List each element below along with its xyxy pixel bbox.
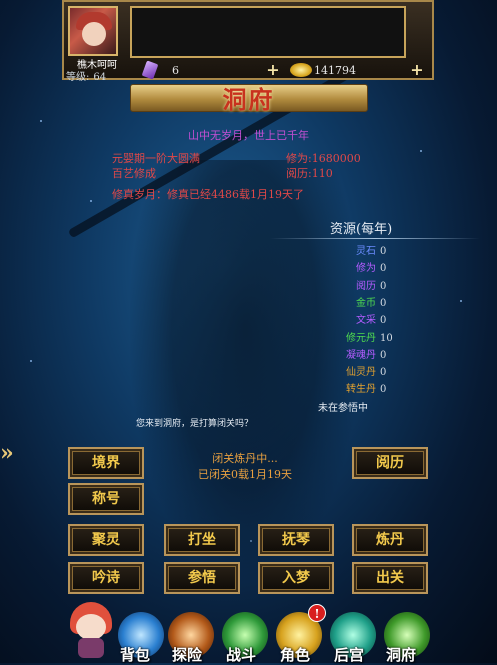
resources-title: 资源(每年) <box>330 222 393 237</box>
nav-character-label[interactable]: 角色 <box>280 644 310 665</box>
resource-label: 金币 <box>356 297 376 309</box>
gather-spirit-button[interactable]: 聚灵 <box>68 524 144 556</box>
cultivating-time: 已闭关0载1月19天 <box>198 468 292 481</box>
comprehension-status: 未在参悟中 <box>318 403 368 414</box>
alchemy-button[interactable]: 炼丹 <box>352 524 428 556</box>
nav-palace-label[interactable]: 后宫 <box>334 644 364 665</box>
resource-row: 阅历 0 <box>318 277 458 293</box>
resource-value: 0 <box>380 349 387 361</box>
gold-ingot-icon <box>290 63 312 77</box>
avatar-face <box>82 22 106 46</box>
resource-value: 0 <box>380 315 387 327</box>
tagline: 山中无岁月，世上已千年 <box>188 129 309 142</box>
resource-row: 转生丹 0 <box>318 380 458 396</box>
cultivating-status: 闭关炼丹中... <box>212 452 278 465</box>
gem-icon <box>141 60 159 80</box>
player-status-bar: 樵木呵呵 等级: 64 6 + 141794 + <box>62 0 434 83</box>
add-gold-button[interactable]: + <box>410 62 424 78</box>
star <box>420 150 422 152</box>
skills-text: 百艺修成 <box>112 167 156 180</box>
resource-value: 10 <box>380 332 393 344</box>
nav-bag-label[interactable]: 背包 <box>120 644 150 665</box>
resource-row: 仙灵丹 0 <box>318 363 458 379</box>
chevron-right-icon[interactable]: » <box>0 440 18 466</box>
resource-value: 0 <box>380 367 387 379</box>
guqin-button[interactable]: 抚琴 <box>258 524 334 556</box>
resource-row: 文采 0 <box>318 311 458 327</box>
resource-label: 修元丹 <box>346 332 376 344</box>
mascot-character <box>66 598 116 660</box>
prompt-text: 您来到洞府，是打算闭关吗？ <box>136 419 254 429</box>
resource-row: 金币 0 <box>318 294 458 310</box>
cultivation-value: 1680000 <box>311 152 361 165</box>
resource-label: 阅历 <box>356 280 376 292</box>
resource-label: 灵石 <box>356 246 376 257</box>
resource-label: 仙灵丹 <box>346 367 376 379</box>
star <box>30 360 32 362</box>
dream-button[interactable]: 入梦 <box>258 562 334 594</box>
years-text: 修真岁月：修真已经4486载1月19天了 <box>112 188 304 201</box>
resource-row: 灵石 0 <box>318 242 458 258</box>
resource-label: 转生丹 <box>346 384 376 396</box>
cultivation-label: 修为: <box>286 152 312 165</box>
resource-label: 凝魂丹 <box>346 349 376 361</box>
star <box>90 200 92 202</box>
experience-value: 110 <box>311 167 333 180</box>
resource-row: 修为 0 <box>318 259 458 275</box>
page-title: 洞府 <box>222 85 275 114</box>
title-button[interactable]: 称号 <box>68 483 144 515</box>
add-gems-button[interactable]: + <box>266 62 280 78</box>
nav-battle-label[interactable]: 战斗 <box>226 644 256 665</box>
resource-value: 0 <box>380 384 387 396</box>
realm-text: 元婴期一阶大圆满 <box>112 152 200 165</box>
resource-value: 0 <box>380 263 387 275</box>
resource-label: 修为 <box>356 263 376 275</box>
resource-label: 文采 <box>356 315 376 327</box>
experience-button[interactable]: 阅历 <box>352 447 428 479</box>
resource-value: 0 <box>380 297 387 309</box>
experience-label: 阅历: <box>286 167 312 180</box>
comprehend-button[interactable]: 参悟 <box>164 562 240 594</box>
gem-count: 6 <box>172 64 179 77</box>
player-avatar[interactable] <box>68 6 118 56</box>
poetry-button[interactable]: 吟诗 <box>68 562 144 594</box>
star <box>40 120 42 122</box>
nav-explore-label[interactable]: 探险 <box>172 644 202 665</box>
meditate-button[interactable]: 打坐 <box>164 524 240 556</box>
resource-value: 0 <box>380 280 387 292</box>
resource-row: 凝魂丹 0 <box>318 346 458 362</box>
cultivation-info: 修为:1680000 <box>286 150 361 166</box>
gold-count: 141794 <box>314 64 356 77</box>
resource-row: 修元丹 10 <box>318 329 458 345</box>
exit-seclusion-button[interactable]: 出关 <box>352 562 428 594</box>
experience-info: 阅历:110 <box>286 165 333 181</box>
resources-divider <box>270 238 480 239</box>
star <box>460 300 462 302</box>
nav-cave-label[interactable]: 洞府 <box>386 644 416 665</box>
resource-value: 0 <box>380 246 387 257</box>
message-box <box>130 6 406 58</box>
alert-badge: ! <box>308 604 326 622</box>
realm-button[interactable]: 境界 <box>68 447 144 479</box>
